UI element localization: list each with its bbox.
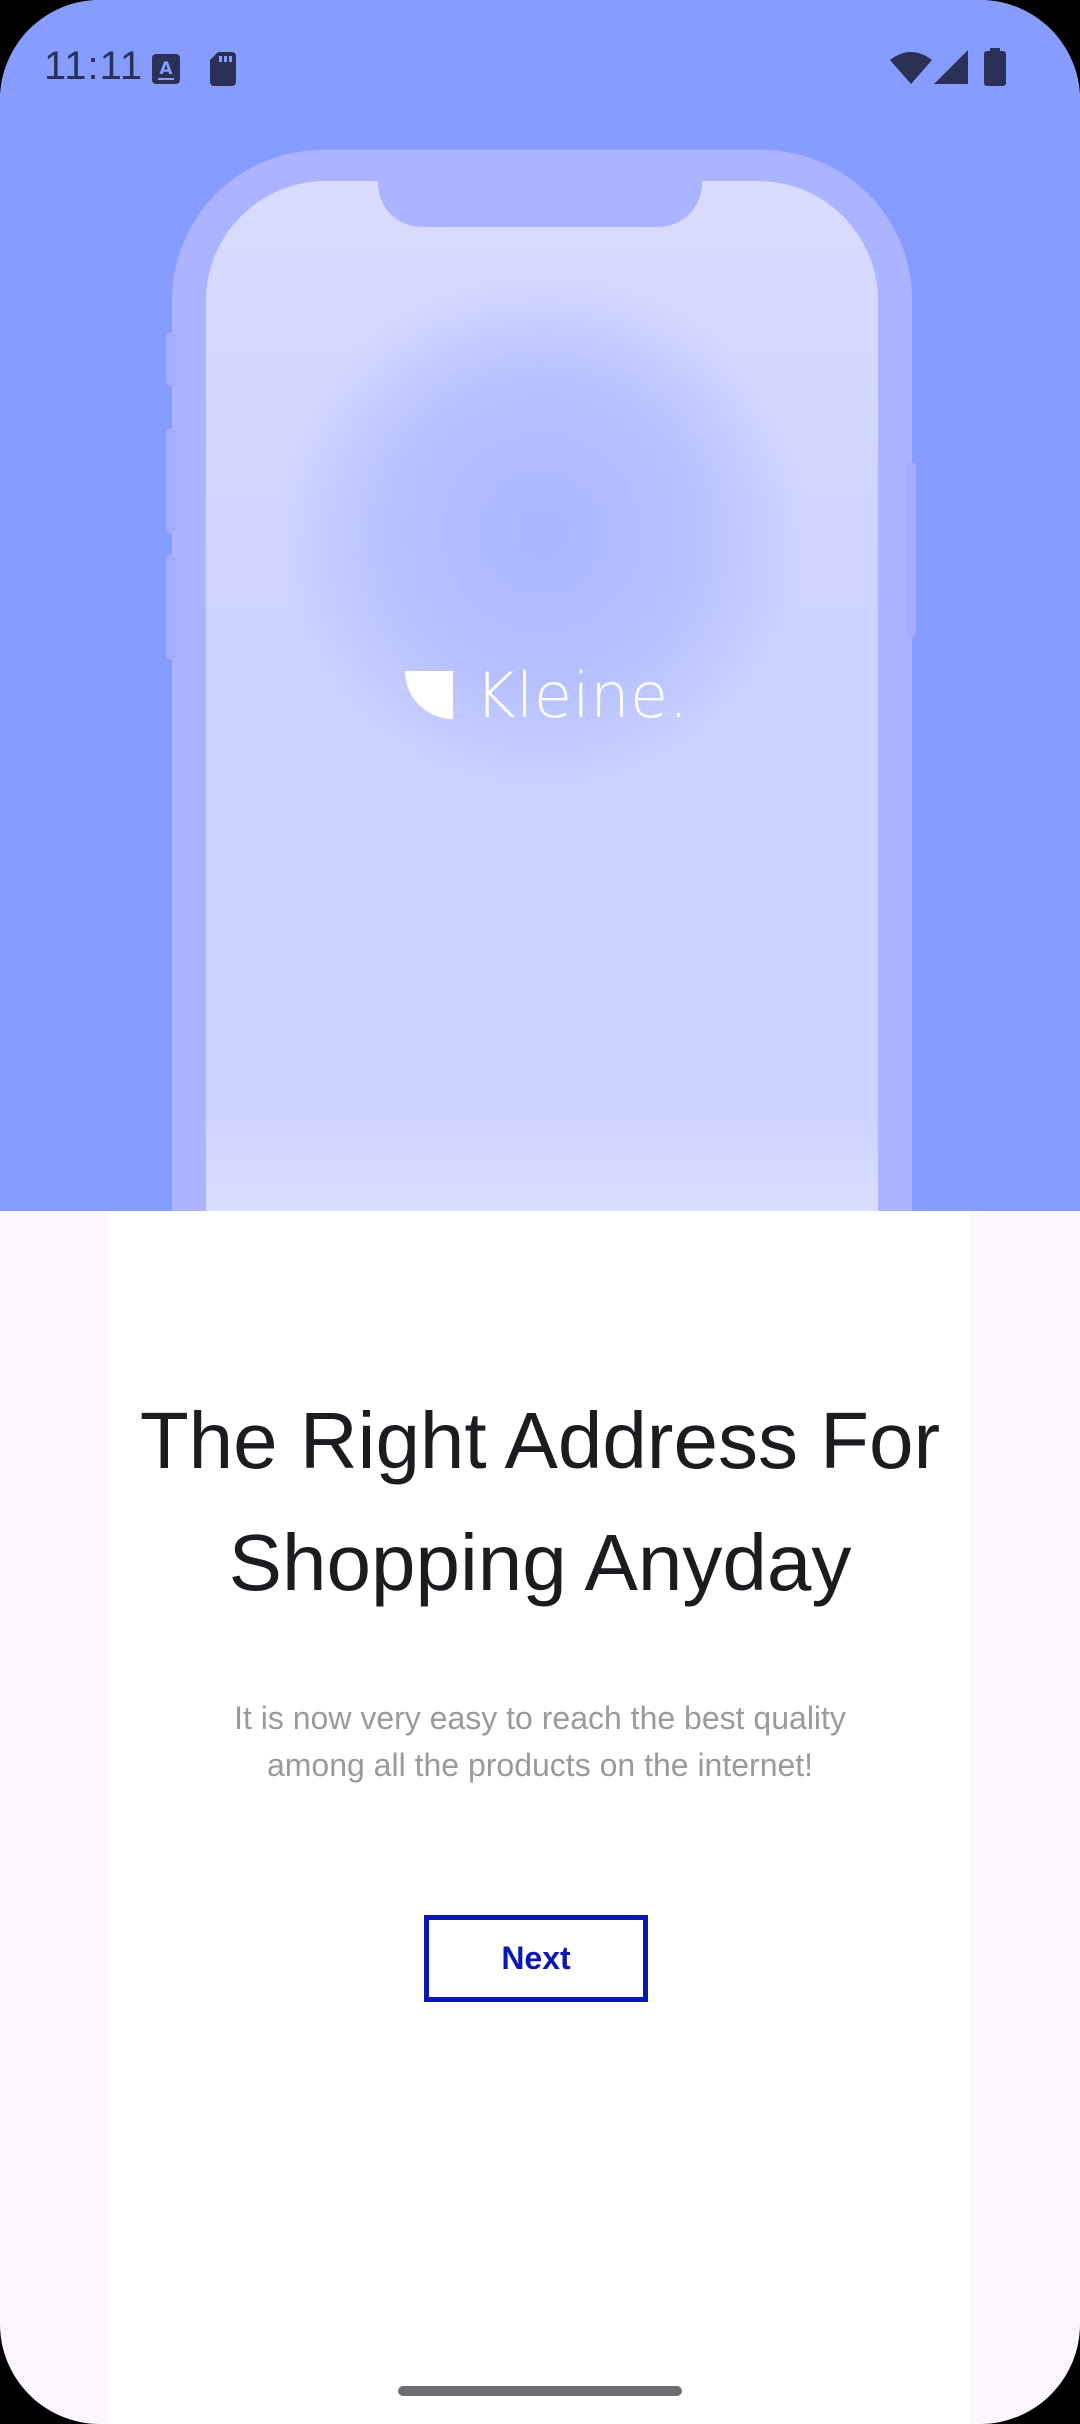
brand-name: Kleine. [475,658,689,732]
hero-banner: Kleine. [0,0,1080,1211]
description-line: among all the products on the internet! [266,1747,814,1783]
brand-logo: Kleine. [405,658,689,732]
phone-notch [378,181,702,227]
cell-signal-icon [934,50,968,89]
keyboard-a-icon: A [152,54,180,89]
next-button[interactable]: Next [424,1915,648,2002]
phone-side-button [166,428,176,533]
phone-side-button [906,462,916,637]
headline-line: The Right Address For [139,1396,941,1485]
headline-line: Shopping Anyday [228,1518,852,1607]
home-indicator[interactable] [398,2386,682,2396]
description-line: It is now very easy to reach the best qu… [234,1700,846,1736]
status-bar: 11:11 A [0,0,1080,130]
phone-side-button [166,332,176,387]
svg-text:A: A [159,59,173,79]
onboarding-description: It is now very easy to reach the best qu… [140,1695,940,1789]
battery-icon [984,48,1006,91]
phone-side-button [166,555,176,660]
sd-card-icon [210,52,236,91]
quarter-circle-logo-icon [405,671,453,719]
onboarding-headline: The Right Address For Shopping Anyday [0,1380,1080,1624]
wifi-icon [890,52,932,89]
screen: Kleine. 11:11 A The Right Address For Sh… [0,0,1080,2424]
status-time: 11:11 [44,44,144,88]
